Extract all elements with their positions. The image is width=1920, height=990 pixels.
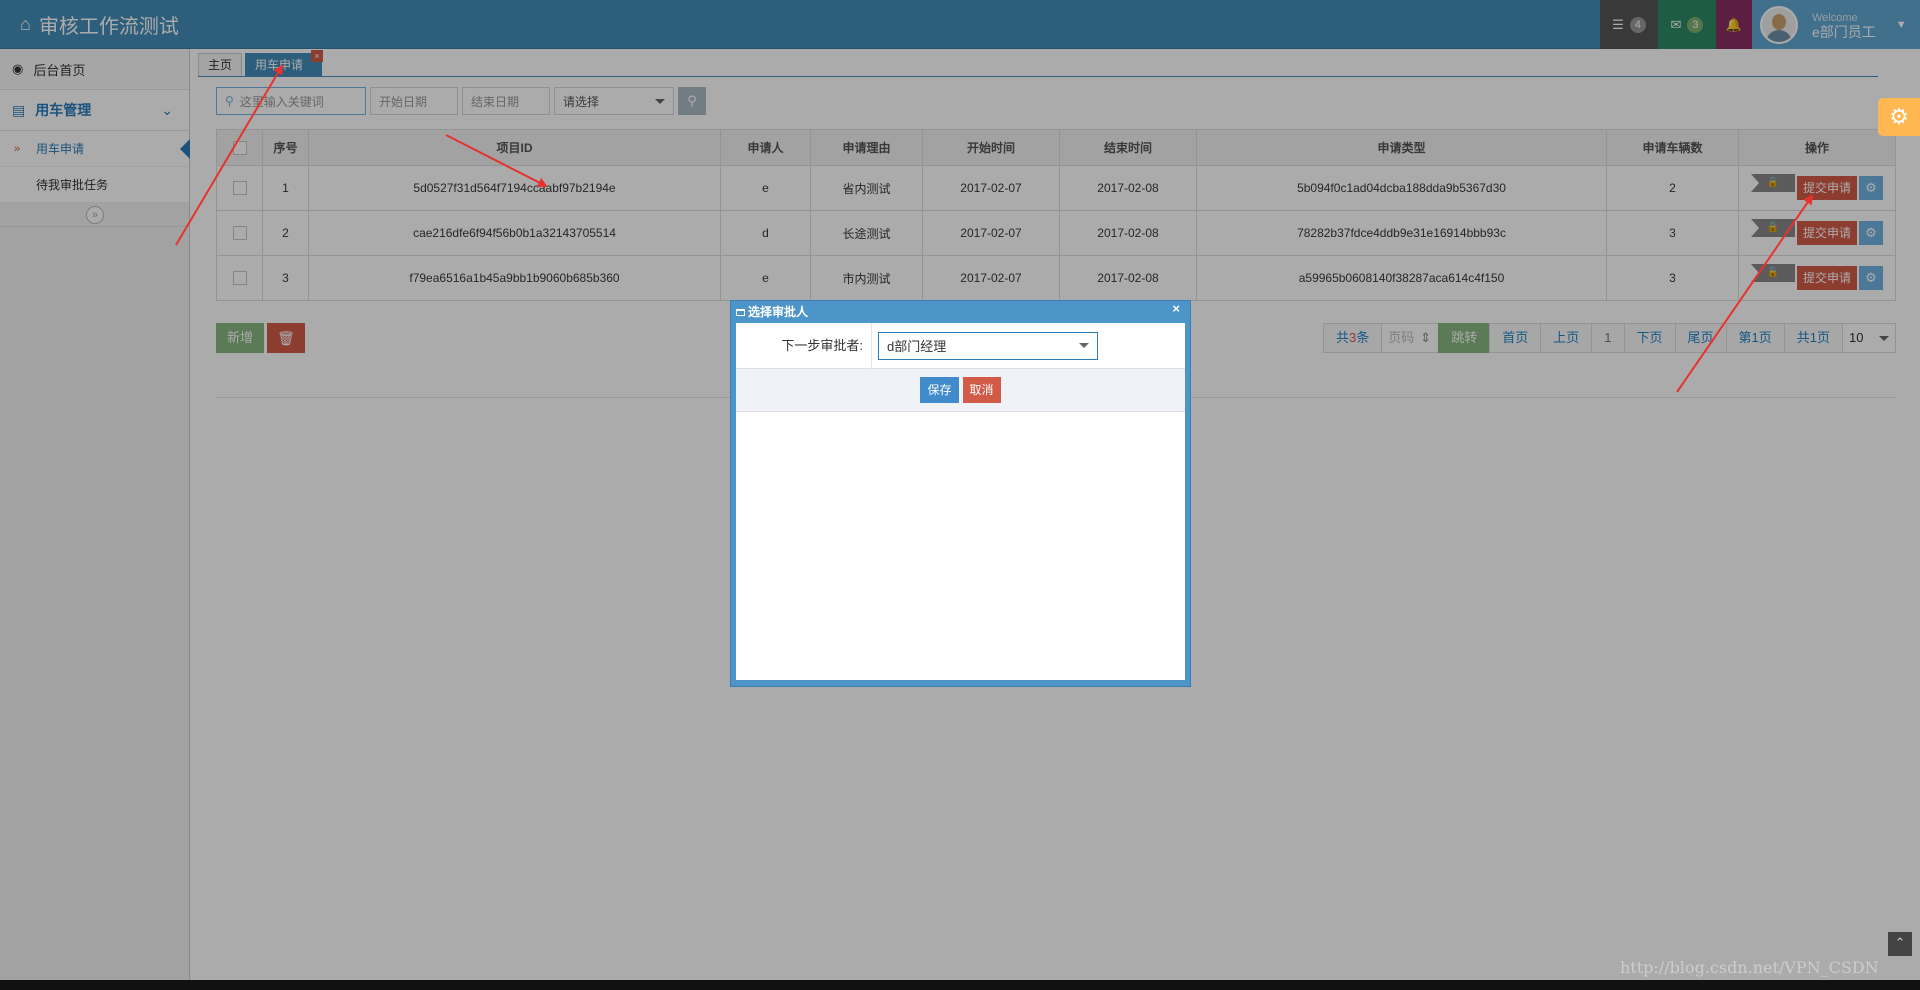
approver-row: 下一步审批者: d部门经理 [736,322,1185,369]
settings-icon[interactable]: ⚙ [1878,98,1920,136]
select-approver-dialog: 选择审批人 × 下一步审批者: d部门经理 保存 取消 [730,300,1191,687]
approver-value: d部门经理 [887,339,947,354]
approver-select[interactable]: d部门经理 [878,331,1098,360]
approver-label: 下一步审批者: [736,322,872,369]
cancel-button[interactable]: 取消 [962,377,1001,403]
close-icon[interactable]: × [1172,301,1180,316]
dialog-actions: 保存 取消 [736,369,1185,412]
bottom-bar [0,980,1920,990]
window-icon [736,308,745,316]
watermark: http://blog.csdn.net/VPN_CSDN [1620,958,1879,977]
dialog-title: 选择审批人 [748,305,809,319]
caret-down-icon [1079,343,1089,348]
dialog-titlebar[interactable]: 选择审批人 [736,301,1185,323]
save-button[interactable]: 保存 [920,377,959,403]
dialog-body: 下一步审批者: d部门经理 保存 取消 [736,322,1185,680]
scroll-top-icon[interactable]: ⌃ [1888,932,1912,956]
